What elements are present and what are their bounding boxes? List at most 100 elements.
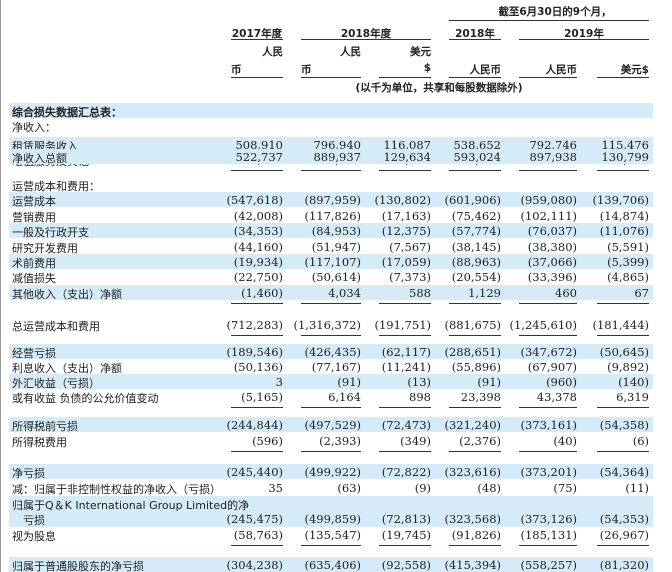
cell-value: (9,892)	[607, 360, 649, 374]
cell-value: (76,037)	[527, 224, 577, 238]
header-rule	[301, 77, 361, 78]
cell-value: 3	[275, 375, 283, 389]
cell-value: (11)	[625, 481, 649, 495]
cell-value: (6)	[632, 434, 649, 448]
cell-value: (373,201)	[520, 465, 577, 479]
cell-value: 43,378	[536, 390, 577, 404]
cell-value: 889,937	[313, 150, 361, 164]
cell-value: (321,240)	[444, 418, 501, 432]
cell-value: (185,131)	[520, 528, 577, 542]
row-label: 归属于普通股股东的净亏损	[12, 560, 144, 572]
cell-value: (54,353)	[599, 512, 649, 526]
cell-value: (91)	[477, 375, 501, 389]
cell-value: (50,614)	[311, 270, 361, 284]
cell-value: (304,238)	[226, 558, 283, 572]
subtotal-rule	[379, 545, 431, 546]
subtotal-rule	[519, 545, 577, 546]
cell-value: (181,444)	[592, 318, 649, 332]
subtotal-rule	[519, 451, 577, 452]
cell-value: 460	[555, 286, 577, 300]
cell-value: (601,906)	[444, 193, 501, 207]
cell-value: (499,922)	[304, 465, 361, 479]
cell-value: (244,844)	[226, 418, 283, 432]
cell-value: (191,751)	[374, 318, 431, 332]
cell-value: 4,034	[328, 286, 361, 300]
cell-value: (48)	[477, 481, 501, 495]
cell-value: (960)	[546, 375, 577, 389]
cell-value: (26,967)	[599, 528, 649, 542]
cell-value: (497,529)	[304, 418, 361, 432]
row-label: 经营亏损	[12, 347, 56, 360]
cell-value: (19,934)	[233, 255, 283, 269]
cell-value: 588	[409, 286, 431, 300]
cell-value: (33,396)	[527, 270, 577, 284]
cell-value: (91)	[337, 375, 361, 389]
cell-value: (897,959)	[304, 193, 361, 207]
cell-value: (7,373)	[389, 270, 431, 284]
subtotal-rule	[301, 303, 361, 304]
cell-value: (596)	[252, 434, 283, 448]
cell-value: (130,802)	[374, 193, 431, 207]
subtotal-rule	[519, 170, 577, 171]
cell-value: (349)	[400, 434, 431, 448]
subtotal-rule	[449, 335, 501, 336]
cell-value: 35	[268, 481, 283, 495]
cell-value: (245,440)	[226, 465, 283, 479]
row-label: 减：归属于非控制性权益的净收入（亏损）	[12, 483, 221, 496]
subtotal-rule	[449, 170, 501, 171]
cell-value: (1,460)	[241, 286, 283, 300]
row-label: 减值损失	[12, 272, 56, 285]
subtotal-rule	[301, 451, 361, 452]
subtotal-rule	[231, 335, 283, 336]
cell-value: 6,164	[328, 390, 361, 404]
cell-value: (135,547)	[304, 528, 361, 542]
row-label: 一般及行政开支	[12, 226, 89, 239]
cell-value: (17,163)	[381, 209, 431, 223]
subtotal-rule	[231, 303, 283, 304]
row-label: 所得税前亏损	[12, 420, 78, 433]
currency-label: 美元$	[620, 64, 649, 76]
header-rule	[301, 39, 431, 40]
cell-value: (91,826)	[451, 528, 501, 542]
cell-value: (92,558)	[381, 558, 431, 572]
subtotal-rule	[231, 545, 283, 546]
subtotal-rule	[379, 451, 431, 452]
subtotal-rule	[519, 407, 577, 408]
cell-value: (75)	[553, 481, 577, 495]
cell-value: (34,353)	[233, 224, 283, 238]
row-label: 术前费用	[12, 257, 56, 270]
subtotal-rule	[597, 451, 649, 452]
subtotal-rule	[519, 303, 577, 304]
cell-value: (117,826)	[304, 209, 361, 223]
cell-value: (189,546)	[226, 345, 283, 359]
cell-value: (7,567)	[389, 240, 431, 254]
cell-value: (11,241)	[381, 360, 431, 374]
cell-value: (42,008)	[233, 209, 283, 223]
subtotal-rule	[449, 407, 501, 408]
cell-value: (81,320)	[599, 558, 649, 572]
cell-value: (415,394)	[444, 558, 501, 572]
cell-value: (5,165)	[241, 390, 283, 404]
cell-value: 130,799	[601, 150, 649, 164]
cell-value: (54,364)	[599, 465, 649, 479]
cell-value: (712,283)	[226, 318, 283, 332]
header-rule	[231, 39, 283, 40]
subtotal-rule	[231, 170, 283, 171]
currency-label: 人民	[340, 46, 361, 58]
row-label: 净收入总额	[12, 152, 67, 165]
header-rule	[519, 39, 649, 40]
cell-value: (373,161)	[520, 418, 577, 432]
cell-value: (2,393)	[319, 434, 361, 448]
cell-value: (77,167)	[311, 360, 361, 374]
cell-value: 522,737	[235, 150, 283, 164]
cell-value: (140)	[618, 375, 649, 389]
subtotal-rule	[597, 303, 649, 304]
cell-value: (139,706)	[592, 193, 649, 207]
subtotal-rule	[597, 407, 649, 408]
cell-value: (72,822)	[381, 465, 431, 479]
cell-value: (9)	[414, 481, 431, 495]
subtotal-rule	[379, 170, 431, 171]
subtotal-rule	[231, 451, 283, 452]
cell-value: (67,907)	[527, 360, 577, 374]
cell-value: (1,316,372)	[293, 318, 361, 332]
